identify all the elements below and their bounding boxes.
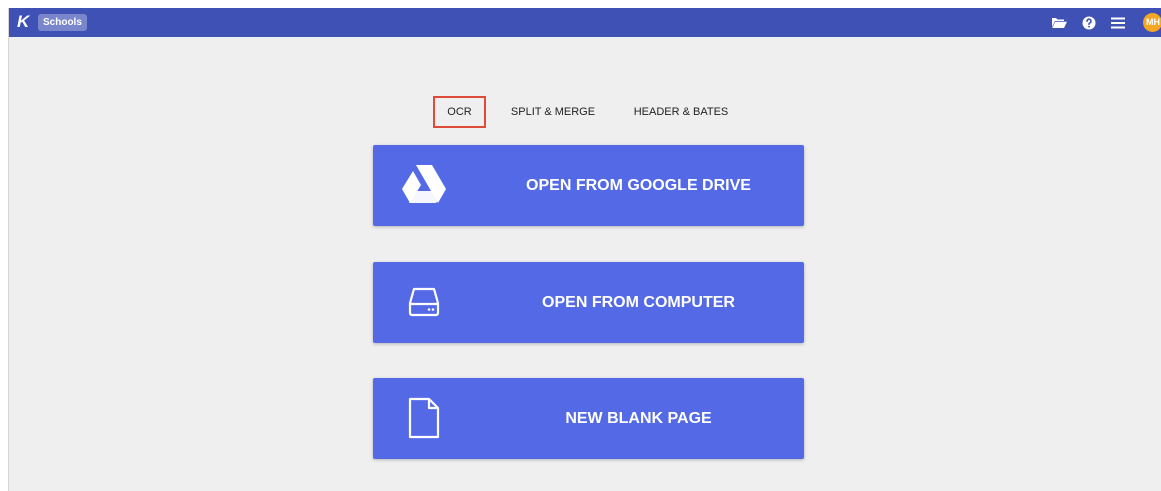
help-icon[interactable] (1080, 14, 1098, 31)
tab-ocr[interactable]: OCR (433, 96, 486, 128)
tab-header-bates[interactable]: HEADER & BATES (623, 96, 739, 128)
hard-drive-icon (401, 279, 447, 325)
blank-page-icon (401, 395, 447, 441)
open-from-computer-button[interactable]: OPEN FROM COMPUTER (373, 262, 804, 343)
new-blank-page-button[interactable]: NEW BLANK PAGE (373, 378, 804, 459)
open-from-google-drive-button[interactable]: OPEN FROM GOOGLE DRIVE (373, 145, 804, 226)
tab-split-merge[interactable]: SPLIT & MERGE (503, 96, 603, 128)
top-bar: K Schools MH (9, 8, 1161, 37)
google-drive-button-label: OPEN FROM GOOGLE DRIVE (526, 177, 751, 194)
user-avatar[interactable]: MH (1143, 13, 1161, 32)
folder-open-icon[interactable] (1050, 14, 1068, 31)
google-drive-icon (401, 162, 447, 208)
app-window: K Schools MH OCR SPLIT & MERGE HEADER & … (8, 8, 1161, 491)
menu-icon[interactable] (1109, 14, 1127, 31)
computer-button-label: OPEN FROM COMPUTER (542, 294, 735, 311)
app-logo[interactable]: K (17, 12, 31, 32)
schools-badge[interactable]: Schools (38, 14, 87, 31)
blank-page-button-label: NEW BLANK PAGE (565, 410, 712, 427)
